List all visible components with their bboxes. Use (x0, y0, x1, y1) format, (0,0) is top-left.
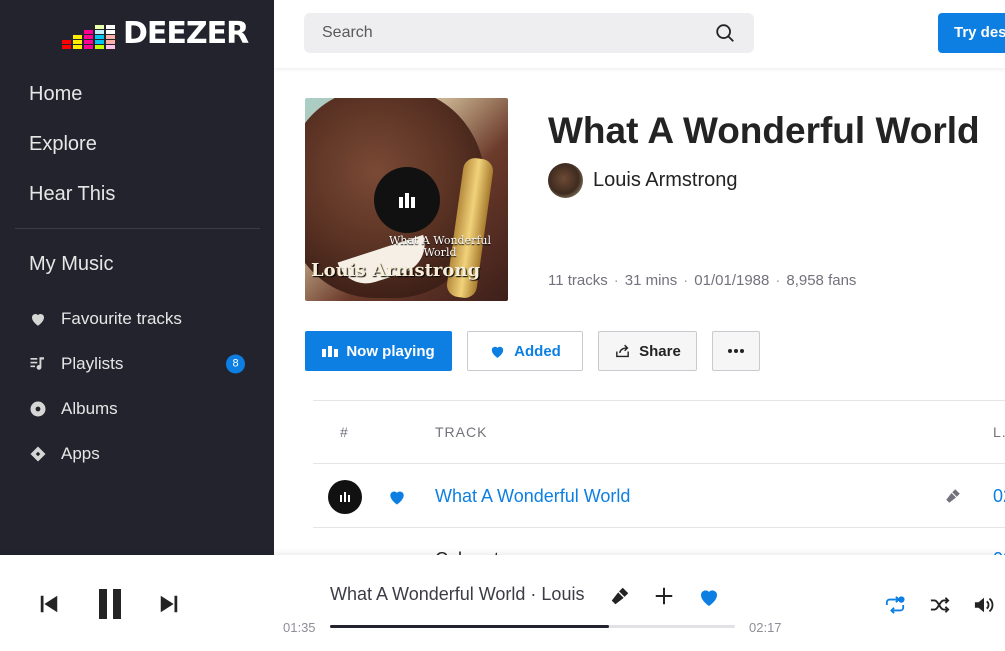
nav-home[interactable]: Home (29, 80, 115, 130)
total-time: 02:17 (749, 620, 782, 635)
sidebar-item-albums[interactable]: Albums (29, 386, 249, 431)
fan-count: 8,958 fans (786, 272, 857, 289)
playlist-icon (29, 355, 61, 373)
logo-text: DEEZER (123, 16, 249, 51)
table-row[interactable]: What A Wonderful World 02 (313, 465, 1005, 528)
track-title[interactable]: What A Wonderful World (435, 486, 630, 507)
nav-hear-this[interactable]: Hear This (29, 180, 115, 230)
sidebar-item-apps[interactable]: Apps (29, 431, 249, 476)
search-box (304, 13, 754, 53)
heart-icon[interactable] (387, 487, 407, 512)
lyrics-icon[interactable] (944, 487, 962, 510)
app-window: DEEZER Home Explore Hear This My Music F… (0, 0, 1005, 651)
track-table-header: # TRACK L. (313, 401, 1005, 464)
pause-button[interactable] (97, 589, 123, 624)
sidebar-item-label: Apps (61, 443, 100, 463)
current-time: 01:35 (283, 620, 316, 635)
try-desktop-button[interactable]: Try des (938, 13, 1005, 53)
sidebar-divider (15, 228, 260, 229)
search-icon[interactable] (714, 22, 736, 44)
volume-icon[interactable] (973, 595, 995, 620)
nav-explore[interactable]: Explore (29, 130, 115, 180)
track-duration: 02 (993, 486, 1005, 506)
now-playing-title[interactable]: What A Wonderful World · Louis (330, 584, 592, 605)
more-options-button[interactable] (712, 331, 760, 371)
track-count: 11 tracks (548, 272, 608, 289)
meta-separator: · (613, 272, 619, 289)
share-button[interactable]: Share (598, 331, 697, 371)
playlists-count-badge: 8 (226, 354, 245, 373)
sidebar-item-label: Favourite tracks (61, 308, 182, 328)
share-label: Share (639, 342, 681, 360)
shuffle-icon[interactable] (929, 595, 951, 620)
nav-my-music[interactable]: My Music (29, 253, 113, 276)
added-label: Added (514, 342, 561, 360)
sidebar-item-playlists[interactable]: Playlists 8 (29, 341, 249, 386)
cover-artist-text: Louis Armstrong (311, 260, 481, 281)
artist-avatar (548, 163, 583, 198)
repeat-one-icon[interactable] (884, 595, 906, 620)
column-track[interactable]: TRACK (435, 424, 487, 440)
artist-link[interactable]: Louis Armstrong (548, 163, 738, 198)
added-button[interactable]: Added (467, 331, 583, 371)
album-duration: 31 mins (624, 272, 678, 289)
sidebar-item-favourite-tracks[interactable]: Favourite tracks (29, 296, 249, 341)
cover-playing-button[interactable] (374, 167, 440, 233)
track-playing-button[interactable] (328, 480, 362, 514)
release-date: 01/01/1988 (694, 272, 770, 289)
my-music-nav: Favourite tracks Playlists 8 Albums Apps (29, 296, 249, 476)
album-meta: 11 tracks · 31 mins · 01/01/1988 · 8,958… (548, 272, 856, 289)
lyrics-icon[interactable] (609, 585, 631, 612)
album-title: What A Wonderful World (548, 110, 980, 151)
column-number: # (340, 424, 349, 440)
deezer-logo[interactable]: DEEZER (62, 16, 249, 51)
now-playing-label: Now playing (346, 342, 435, 360)
more-icon (727, 348, 745, 354)
equalizer-icon (322, 345, 339, 357)
album-icon (29, 400, 61, 418)
progress-bar[interactable] (330, 625, 735, 628)
now-playing-button[interactable]: Now playing (305, 331, 452, 371)
add-to-playlist-icon[interactable] (653, 585, 675, 612)
search-input[interactable] (322, 24, 714, 42)
meta-separator: · (683, 272, 689, 289)
heart-icon[interactable] (697, 585, 721, 614)
main-nav: Home Explore Hear This (29, 80, 115, 230)
heart-icon (29, 310, 61, 328)
equalizer-icon (340, 492, 350, 502)
meta-separator: · (775, 272, 781, 289)
sidebar-item-label: Playlists (61, 353, 124, 373)
next-track-button[interactable] (158, 593, 180, 620)
apps-icon (29, 445, 61, 463)
share-icon (614, 343, 631, 360)
logo-equalizer-icon (62, 21, 115, 49)
album-cover[interactable]: What A Wonderful World Louis Armstrong (305, 98, 508, 301)
player-bar: What A Wonderful World · Louis 01:35 02:… (0, 555, 1005, 651)
previous-track-button[interactable] (38, 593, 60, 620)
top-bar: Try des (274, 0, 1005, 68)
artist-name: Louis Armstrong (593, 169, 738, 191)
cover-title-text: What A Wonderful World (388, 234, 492, 259)
column-length[interactable]: L. (993, 424, 1005, 440)
progress-fill (330, 625, 610, 628)
sidebar-item-label: Albums (61, 398, 118, 418)
sidebar: DEEZER Home Explore Hear This My Music F… (0, 0, 274, 555)
heart-icon (489, 343, 506, 360)
equalizer-icon (399, 192, 415, 208)
